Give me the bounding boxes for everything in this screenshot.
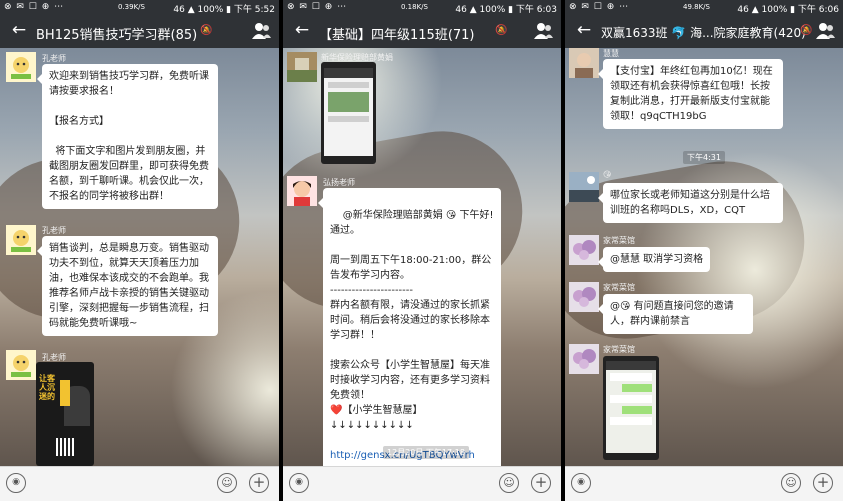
avatar[interactable] xyxy=(6,52,36,82)
emoji-icon[interactable]: ☺ xyxy=(217,473,237,493)
avatar[interactable] xyxy=(287,176,317,206)
avatar[interactable] xyxy=(287,52,317,82)
mute-icon: 🔕 xyxy=(495,25,508,36)
poster-image[interactable]: 让客人沉迷的 xyxy=(36,362,94,466)
message-bubble[interactable]: 【支付宝】年终红包再加10亿！现在领取还有机会获得惊喜红包哦！长按复制此消息，打… xyxy=(598,59,783,129)
group-members-icon[interactable] xyxy=(251,22,271,40)
screenshot-image[interactable] xyxy=(321,62,376,164)
back-arrow-icon[interactable]: ← xyxy=(573,20,595,40)
chat-window-3: ⊗ ✉ ☐ ⊕ ⋯ 49.8K/S 46 ▲ 100% ▮ 下午 6:06 ← … xyxy=(565,0,843,501)
sender-name: 孔老师 xyxy=(42,226,66,235)
more-options-icon[interactable]: + xyxy=(249,473,269,493)
mute-icon: 🔕 xyxy=(800,25,813,36)
mute-icon: 🔕 xyxy=(200,25,213,36)
sender-name: 家常菜馆 xyxy=(603,283,635,292)
chat-window-2: ⊗ ✉ ☐ ⊕ ⋯ 0.18K/S 46 ▲ 100% ▮ 下午 6:03 ← … xyxy=(283,0,561,501)
message-bubble[interactable]: 销售谈判，总是瞬息万变。销售驱动功夫不到位，就算天天顶着压力加油，也难保本该成交… xyxy=(37,236,218,336)
avatar[interactable] xyxy=(569,282,599,312)
message-text: @新华保险理赔部黄娟 😘 下午好!通过。 周一到周五下午18:00-21:00，… xyxy=(330,210,494,431)
chat-window-1: ⊗ ✉ ☐ ⊕ ⋯ 0.39K/S 46 ▲ 100% ▮ 下午 5:52 ← … xyxy=(0,0,279,501)
timestamp: 12月20日 下午17:18 xyxy=(383,446,469,459)
chat-title: 【基础】四年级115班(71) xyxy=(319,28,475,43)
sender-name: 孔老师 xyxy=(42,54,66,63)
sender-name: 弘扬老师 xyxy=(323,178,355,187)
voice-input-icon[interactable]: ◉ xyxy=(571,473,591,493)
network-speed: 0.18K/S xyxy=(401,3,428,11)
sender-name: 家常菜馆 xyxy=(603,345,635,354)
extra-emoji: 😘 xyxy=(603,170,612,179)
status-right: 46 ▲ 100% ▮ 下午 5:52 xyxy=(173,5,275,15)
chat-header: ← 双赢1633班 🐬 海...院家庭教育(420) 🔕 xyxy=(565,16,843,48)
back-arrow-icon[interactable]: ← xyxy=(291,20,313,40)
screenshot-content xyxy=(324,68,373,156)
timestamp: 下午4:31 xyxy=(683,151,725,164)
emoji-icon[interactable]: ☺ xyxy=(499,473,519,493)
input-bar: ◉ ☺ + xyxy=(565,466,843,501)
screenshot-content xyxy=(606,361,656,453)
avatar[interactable] xyxy=(6,350,36,380)
status-bar: ⊗ ✉ ☐ ⊕ ⋯ 49.8K/S 46 ▲ 100% ▮ 下午 6:06 xyxy=(565,0,843,16)
network-speed: 0.39K/S xyxy=(118,3,145,11)
input-bar: ◉ ☺ + xyxy=(0,466,279,501)
chat-title: 双赢1633班 🐬 海...院家庭教育(420) xyxy=(601,26,806,40)
sender-name: 家常菜馆 xyxy=(603,236,635,245)
avatar[interactable] xyxy=(569,48,599,78)
avatar[interactable] xyxy=(569,344,599,374)
status-right: 46 ▲ 100% ▮ 下午 6:06 xyxy=(737,5,839,15)
back-arrow-icon[interactable]: ← xyxy=(8,20,30,40)
network-speed: 49.8K/S xyxy=(683,3,710,11)
status-bar: ⊗ ✉ ☐ ⊕ ⋯ 0.39K/S 46 ▲ 100% ▮ 下午 5:52 xyxy=(0,0,279,16)
avatar[interactable] xyxy=(6,225,36,255)
notification-icons: ⊗ ✉ ☐ ⊕ ⋯ xyxy=(569,2,630,12)
message-bubble[interactable]: @慧慧 取消学习资格 xyxy=(597,247,711,272)
poster-badge xyxy=(60,380,70,406)
poster-qr-code xyxy=(56,438,74,456)
message-bubble[interactable]: 欢迎来到销售技巧学习群，免费听课请按要求报名！ 【报名方式】 将下面文字和图片发… xyxy=(37,64,218,209)
message-bubble[interactable]: 哪位家长或老师知道这分别是什么培训班的名称吗DLS，XD，CQT xyxy=(598,183,783,223)
group-members-icon[interactable] xyxy=(533,22,553,40)
emoji-icon[interactable]: ☺ xyxy=(781,473,801,493)
chat-header: ← BH125销售技巧学习群(85) 🔕 xyxy=(0,16,279,48)
chat-title: BH125销售技巧学习群(85) xyxy=(36,28,198,43)
more-options-icon[interactable]: + xyxy=(531,473,551,493)
avatar[interactable] xyxy=(569,235,599,265)
input-bar: ◉ ☺ + xyxy=(283,466,561,501)
chat-header: ← 【基础】四年级115班(71) 🔕 xyxy=(283,16,561,48)
status-bar: ⊗ ✉ ☐ ⊕ ⋯ 0.18K/S 46 ▲ 100% ▮ 下午 6:03 xyxy=(283,0,561,16)
poster-headline: 让客人沉迷的 xyxy=(39,374,55,401)
more-options-icon[interactable]: + xyxy=(813,473,833,493)
status-right: 46 ▲ 100% ▮ 下午 6:03 xyxy=(455,5,557,15)
sender-name: 慧慧 xyxy=(603,49,619,58)
group-members-icon[interactable] xyxy=(815,22,835,40)
notification-icons: ⊗ ✉ ☐ ⊕ ⋯ xyxy=(4,2,65,12)
voice-input-icon[interactable]: ◉ xyxy=(289,473,309,493)
message-bubble[interactable]: @😘 有问题直接问您的邀请人，群内课前禁言 xyxy=(598,294,753,334)
voice-input-icon[interactable]: ◉ xyxy=(6,473,26,493)
avatar[interactable] xyxy=(569,172,599,202)
notification-icons: ⊗ ✉ ☐ ⊕ ⋯ xyxy=(287,2,348,12)
screenshot-image[interactable] xyxy=(603,356,659,460)
